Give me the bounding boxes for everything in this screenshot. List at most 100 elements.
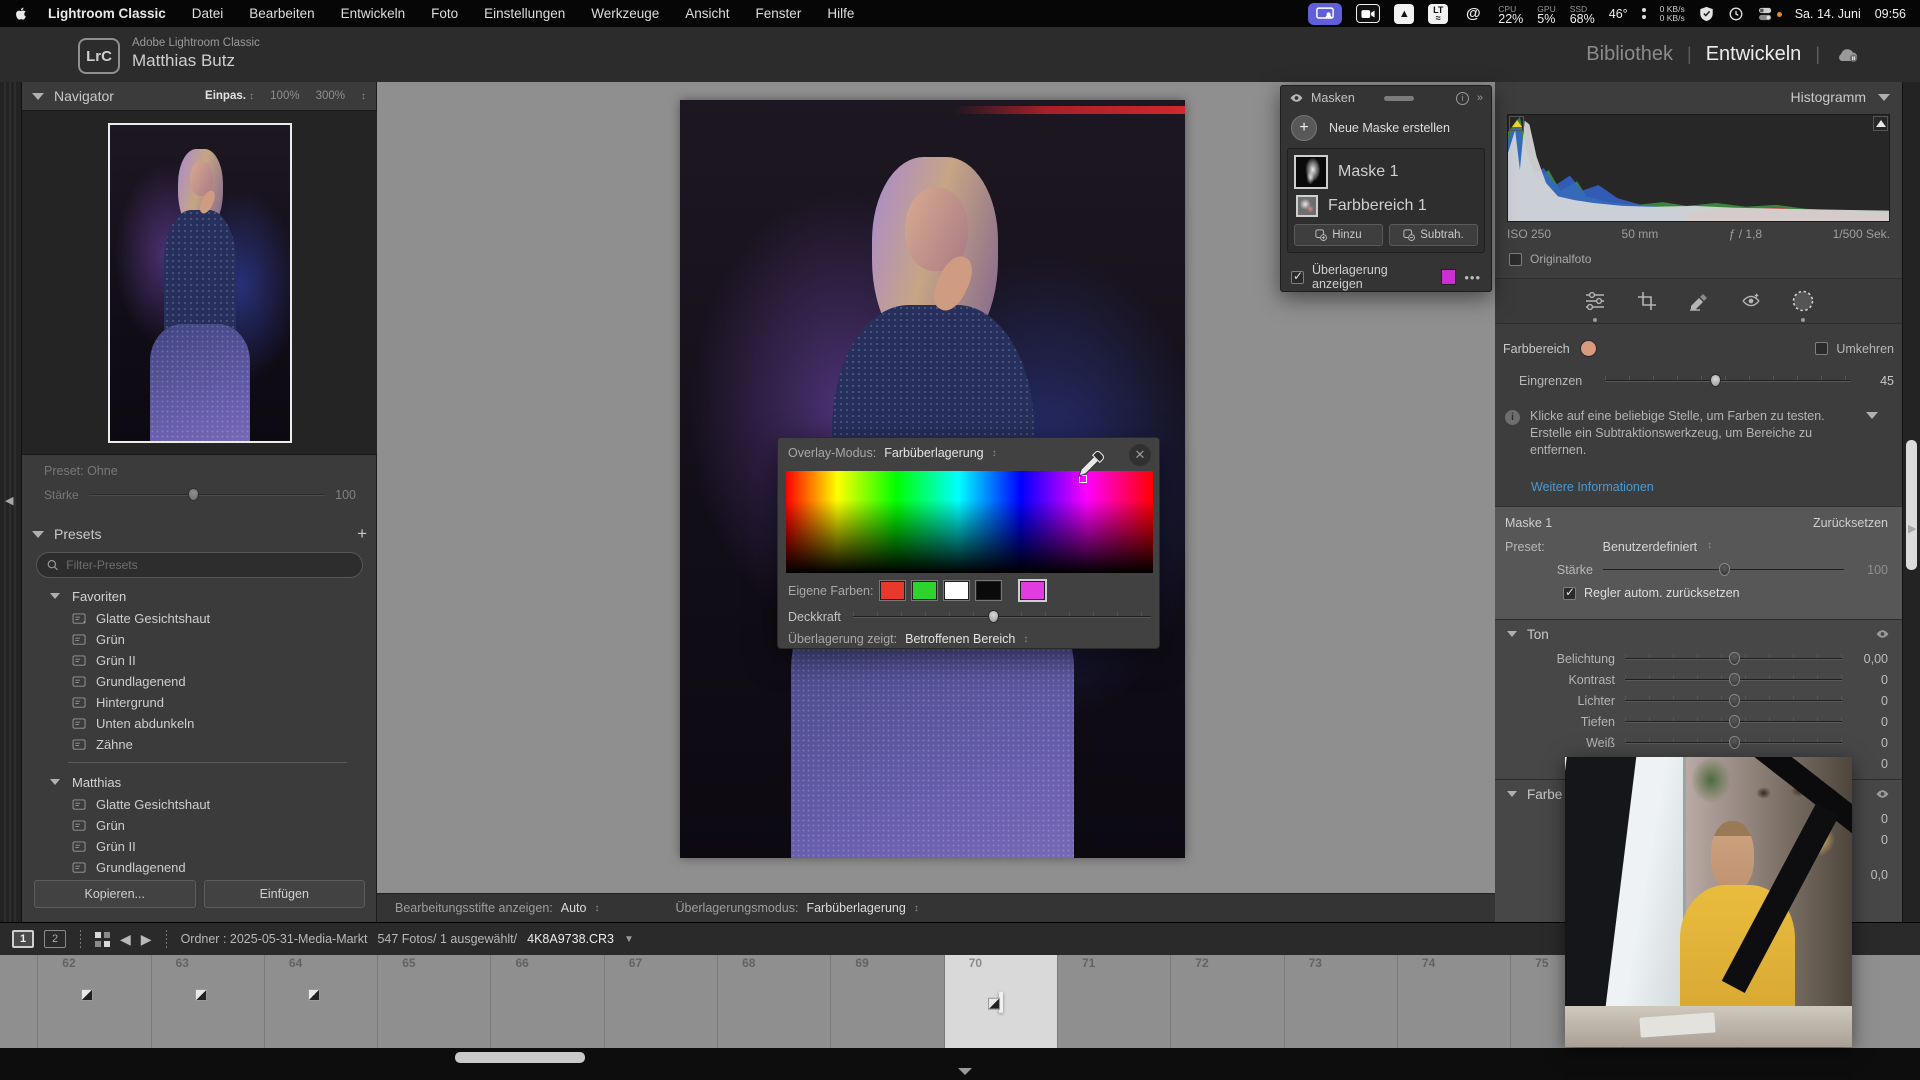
preset-item[interactable]: Grün: [22, 629, 377, 650]
swatch-green[interactable]: [912, 581, 937, 600]
close-dialog-button[interactable]: ✕: [1129, 444, 1151, 466]
mask-component-item[interactable]: Farbbereich 1: [1296, 195, 1478, 217]
collapse-left-panel-arrow[interactable]: ◀: [5, 494, 13, 507]
pins-stepper-icon[interactable]: ↕: [594, 903, 599, 914]
collapse-triangle-icon[interactable]: [32, 531, 44, 538]
overlay-shows-value[interactable]: Betroffenen Bereich: [905, 632, 1015, 646]
tiefen-slider[interactable]: [1625, 721, 1842, 723]
overlay-options-icon[interactable]: •••: [1464, 270, 1481, 285]
eye-icon[interactable]: [1289, 93, 1304, 103]
preset-item[interactable]: Grundlagenend: [22, 857, 377, 878]
section-eye-icon[interactable]: [1875, 787, 1890, 802]
camera-app-icon[interactable]: [1356, 4, 1380, 23]
filmstrip-cell[interactable]: 64: [265, 955, 378, 1048]
filename-dropdown-icon[interactable]: ▼: [624, 934, 634, 945]
menu-werkzeuge[interactable]: Werkzeuge: [591, 6, 659, 21]
show-overlay-checkbox[interactable]: [1291, 271, 1304, 284]
color-spectrum-picker[interactable]: [786, 471, 1153, 573]
panel-drag-handle[interactable]: [1384, 96, 1414, 101]
collapse-triangle-icon[interactable]: [32, 93, 44, 100]
swatch-selected-magenta[interactable]: [1020, 581, 1045, 600]
overlay-color-swatch[interactable]: [1441, 269, 1456, 285]
filmstrip-cell[interactable]: 71: [1058, 955, 1171, 1048]
navigator-header[interactable]: Navigator Einpas. ↕ 100% 300% ↕: [22, 82, 376, 110]
preset-item[interactable]: Zähne: [22, 734, 377, 755]
grid-view-icon[interactable]: [95, 932, 110, 947]
collapse-hint-arrow[interactable]: [1866, 412, 1878, 419]
preset-item[interactable]: Grundlagenend: [22, 671, 377, 692]
lt-app-icon[interactable]: LT≈: [1428, 4, 1448, 24]
toggles-icon[interactable]: [1758, 7, 1775, 21]
filmstrip-cell[interactable]: 72: [1171, 955, 1284, 1048]
swatch-red[interactable]: [880, 581, 905, 600]
filmstrip-cell-selected[interactable]: 70: [945, 955, 1058, 1048]
left-panel-gutter[interactable]: ◀: [0, 82, 22, 922]
filmstrip-cell[interactable]: 66: [492, 955, 605, 1048]
menu-einstellungen[interactable]: Einstellungen: [484, 6, 565, 21]
next-photo-arrow-icon[interactable]: ▶: [141, 931, 152, 948]
refine-slider[interactable]: [1605, 380, 1850, 382]
pins-value[interactable]: Auto: [561, 901, 587, 915]
belichtung-slider[interactable]: [1625, 658, 1842, 660]
secondary-window-2-button[interactable]: 2: [44, 930, 66, 948]
paste-button[interactable]: Einfügen: [204, 880, 366, 908]
menu-bearbeiten[interactable]: Bearbeiten: [249, 6, 314, 21]
swatch-white[interactable]: [944, 581, 969, 600]
histogram-header[interactable]: Histogramm: [1495, 82, 1902, 112]
overlay-mode-value[interactable]: Farbüberlagerung: [884, 446, 983, 460]
color-range-icon[interactable]: [1296, 195, 1318, 217]
kontrast-slider[interactable]: [1625, 679, 1842, 681]
auto-reset-checkbox[interactable]: [1563, 587, 1576, 600]
screen-share-icon[interactable]: [1308, 3, 1342, 25]
photo-thumbnail[interactable]: [999, 991, 1003, 1012]
eyedropper-icon[interactable]: [1074, 447, 1108, 481]
menubar-time[interactable]: 09:56: [1875, 7, 1906, 21]
preset-search-box[interactable]: [36, 552, 363, 578]
histogram-graph[interactable]: [1507, 114, 1890, 222]
reset-button[interactable]: Zurücksetzen: [1813, 516, 1888, 530]
overlay-mode-value[interactable]: Farbüberlagerung: [806, 901, 905, 915]
presets-header[interactable]: Presets +: [22, 520, 377, 548]
mask-thumbnail[interactable]: [1294, 155, 1328, 189]
cloud-sync-icon[interactable]: [1834, 46, 1860, 63]
mask-add-button[interactable]: Hinzu: [1294, 224, 1383, 246]
zoom-300-option[interactable]: 300%: [316, 90, 345, 102]
collapse-triangle-icon[interactable]: [1507, 791, 1517, 797]
more-info-link[interactable]: Weitere Informationen: [1531, 480, 1654, 494]
menubar-date[interactable]: Sa. 14. Juni: [1795, 7, 1861, 21]
preset-stepper-icon[interactable]: ↕: [1707, 540, 1712, 554]
highlight-clipping-indicator[interactable]: [1873, 116, 1888, 131]
invert-checkbox[interactable]: [1815, 342, 1828, 355]
menu-ansicht[interactable]: Ansicht: [685, 6, 729, 21]
preset-item[interactable]: Grün II: [22, 836, 377, 857]
red-eye-tool-icon[interactable]: [1738, 288, 1764, 314]
preset-group-matthias[interactable]: Matthias: [22, 770, 377, 794]
overlay-mode-stepper-icon[interactable]: ↕: [914, 903, 919, 914]
crop-tool-icon[interactable]: [1634, 288, 1660, 314]
new-mask-row[interactable]: + Neue Maske erstellen: [1281, 110, 1491, 146]
creative-cloud-icon[interactable]: @: [1462, 5, 1484, 23]
mask-item[interactable]: Maske 1: [1294, 155, 1478, 189]
copy-button[interactable]: Kopieren...: [34, 880, 196, 908]
filmstrip-cell[interactable]: 69: [831, 955, 944, 1048]
navigator-preview[interactable]: [22, 110, 377, 455]
collapse-triangle-icon[interactable]: [50, 779, 60, 785]
shadow-clipping-indicator[interactable]: [1509, 116, 1524, 131]
droplet-app-icon[interactable]: ▲: [1394, 4, 1414, 24]
collapse-panel-icon[interactable]: »: [1477, 92, 1483, 104]
collapse-filmstrip-arrow[interactable]: [958, 1068, 972, 1075]
filmstrip-scrollbar-thumb[interactable]: [455, 1052, 585, 1063]
sampled-color-swatch[interactable]: [1580, 340, 1597, 357]
add-preset-button[interactable]: +: [357, 524, 367, 544]
filmstrip-cell[interactable]: 63: [152, 955, 265, 1048]
preset-item[interactable]: Glatte Gesichtshaut: [22, 608, 377, 629]
filmstrip-cell[interactable]: 73: [1285, 955, 1398, 1048]
filmstrip-cell[interactable]: 61: [0, 955, 38, 1048]
module-develop[interactable]: Entwickeln: [1706, 43, 1802, 66]
folder-info[interactable]: Ordner : 2025-05-31-Media-Markt: [181, 932, 368, 946]
apple-menu-icon[interactable]: [14, 5, 32, 22]
menu-datei[interactable]: Datei: [192, 6, 224, 21]
mask-strength-slider[interactable]: [1603, 569, 1844, 571]
add-mask-icon[interactable]: +: [1291, 115, 1317, 141]
preset-item[interactable]: Glatte Gesichtshaut: [22, 794, 377, 815]
